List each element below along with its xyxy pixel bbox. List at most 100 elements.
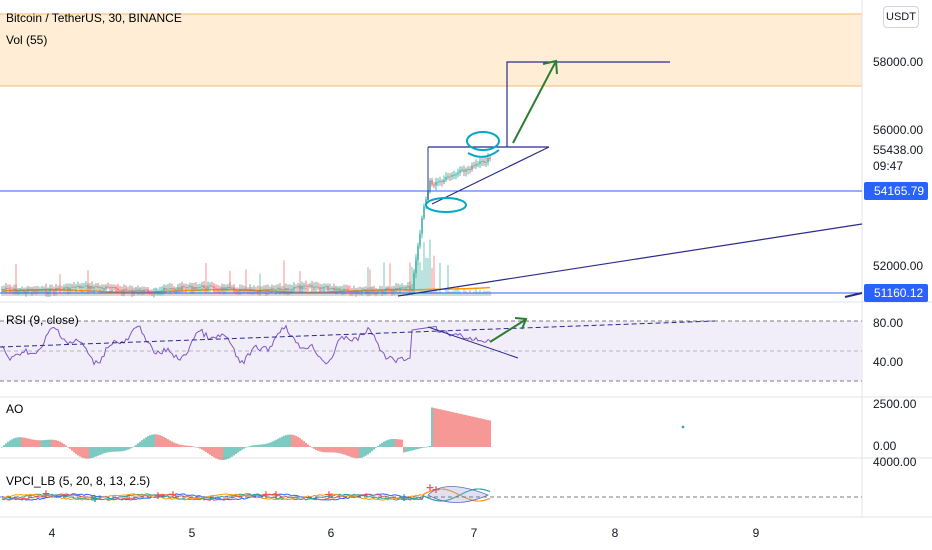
trend-line-long[interactable]: [397, 223, 863, 297]
ao-bar: [269, 442, 271, 447]
candle-body: [81, 286, 83, 289]
volume-bar: [427, 258, 429, 296]
candle-body: [431, 180, 433, 185]
candle-body: [263, 288, 265, 290]
candle-body: [275, 289, 277, 291]
ao-bar: [109, 447, 111, 453]
candle-body: [139, 289, 141, 291]
candle-body: [207, 286, 209, 289]
candle-body: [385, 288, 387, 292]
ao-bar: [251, 445, 253, 447]
candle-body: [311, 285, 313, 288]
candle-body: [57, 288, 59, 290]
ao-bar: [239, 447, 241, 452]
candle-body: [407, 286, 409, 288]
ao-bar: [113, 447, 115, 452]
currency-button[interactable]: USDT: [883, 6, 919, 28]
ao-bar: [167, 439, 169, 447]
vpci-signal-marker: +: [261, 488, 270, 501]
vpci-label[interactable]: VPCI_LB (5, 20, 8, 13, 2.5): [6, 474, 150, 488]
candle-body: [129, 290, 131, 292]
ao-bar: [347, 447, 349, 456]
ao-bar: [487, 420, 489, 447]
candle-body: [337, 288, 339, 290]
ao-label[interactable]: AO: [6, 402, 23, 416]
ao-bar: [243, 447, 245, 449]
ao-bar: [97, 447, 99, 456]
volume-bar: [419, 261, 421, 296]
volume-bar: [7, 291, 9, 296]
candle-body: [163, 287, 165, 291]
rsi-label[interactable]: RSI (9, close): [6, 313, 79, 327]
volume-bar: [455, 288, 457, 296]
candle-body: [233, 287, 235, 290]
ao-bar: [177, 444, 179, 447]
candle-body: [113, 287, 115, 289]
candle-body: [157, 291, 159, 293]
candle-body: [103, 288, 105, 290]
ao-bar: [415, 447, 417, 450]
ao-bar: [85, 447, 87, 459]
ao-tick-0: 0.00: [873, 439, 897, 453]
candle-body: [391, 289, 393, 292]
trend-line-bottom[interactable]: [844, 292, 863, 298]
ao-bar: [327, 447, 329, 453]
ao-bar: [67, 447, 69, 448]
candle-body: [5, 287, 7, 290]
ao-bar: [189, 445, 191, 447]
candle-body: [463, 169, 465, 172]
candle-body: [45, 288, 47, 293]
ao-bar: [21, 437, 23, 447]
ao-bar: [103, 447, 105, 454]
ao-bar: [7, 441, 9, 447]
ao-bar: [235, 447, 237, 455]
ao-bar: [123, 447, 125, 451]
ao-bar: [421, 447, 423, 448]
ao-bar: [483, 419, 485, 447]
ao-bar: [455, 412, 457, 447]
candle-body: [379, 290, 381, 292]
ao-bar: [395, 438, 397, 447]
candle-body: [461, 169, 463, 171]
candle-body: [161, 290, 163, 292]
candle-body: [287, 288, 289, 291]
rsi-tick-80: 80.00: [873, 316, 903, 330]
ao-bar: [121, 447, 123, 452]
volume-label[interactable]: Vol (55): [6, 33, 47, 47]
candle-body: [437, 181, 439, 183]
candle-body: [321, 287, 323, 289]
trading-chart[interactable]: + + + + + + + +++ 58000.00 56000.00 55438.00 09…: [0, 0, 932, 550]
candle-body: [435, 181, 437, 186]
ao-bar: [409, 447, 411, 451]
ao-bar: [337, 447, 339, 453]
candle-body: [411, 289, 413, 291]
candle-body: [193, 286, 195, 290]
ao-bar: [49, 439, 51, 447]
annotation-ellipse-bottom[interactable]: [425, 197, 467, 213]
ao-bar: [143, 438, 145, 447]
ao-bar: [131, 447, 133, 448]
candle-body: [89, 285, 91, 289]
ao-bar: [299, 438, 301, 447]
candle-body: [451, 175, 453, 177]
candle-body: [455, 174, 457, 176]
annotation-curl-top: [467, 149, 500, 158]
candle-body: [167, 288, 169, 290]
ao-bar: [31, 439, 33, 447]
candle-body: [423, 205, 425, 218]
ao-bar: [453, 412, 455, 447]
vpci-tick-4000: 4000.00: [873, 455, 917, 469]
ao-bar: [279, 437, 281, 447]
chart-title[interactable]: Bitcoin / TetherUS, 30, BINANCE: [6, 11, 182, 25]
ao-bar: [237, 447, 239, 453]
ao-bar: [91, 447, 93, 458]
candle-body: [397, 287, 399, 290]
ao-bar: [419, 447, 421, 449]
candle-body: [13, 288, 15, 291]
price-tick-56000: 56000.00: [873, 123, 923, 137]
ao-bar: [489, 420, 491, 447]
ao-bar: [181, 445, 183, 447]
ao-bar: [317, 447, 319, 451]
candle-body: [261, 289, 263, 291]
candle-body: [417, 245, 419, 261]
